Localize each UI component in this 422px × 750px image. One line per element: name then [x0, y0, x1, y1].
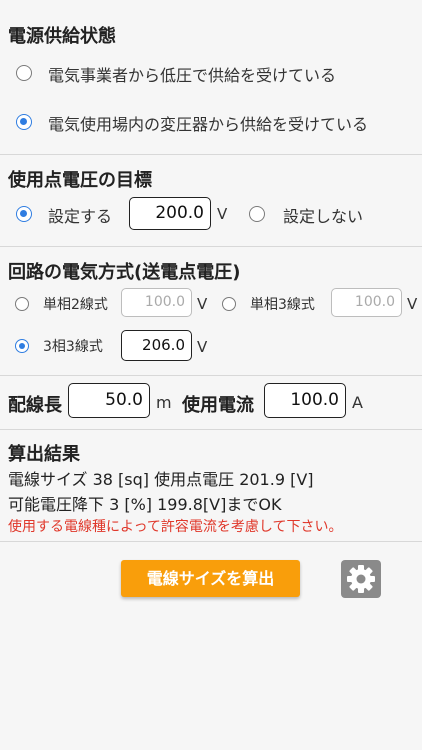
- divider: [0, 246, 422, 247]
- circuit-single2-label[interactable]: 単相2線式: [43, 294, 108, 314]
- supply-option-low-voltage-radio[interactable]: [16, 65, 32, 81]
- power-supply-title: 電源供給状態: [8, 26, 116, 47]
- divider: [0, 429, 422, 430]
- supply-option-transformer-radio[interactable]: [16, 114, 32, 130]
- circuit-three3-input[interactable]: 206.0: [121, 330, 192, 361]
- supply-option-low-voltage-label[interactable]: 電気事業者から低圧で供給を受けている: [48, 62, 336, 86]
- wiring-length-label: 配線長: [8, 395, 62, 416]
- circuit-single3-label[interactable]: 単相3線式: [250, 294, 315, 314]
- result-title: 算出結果: [8, 444, 80, 465]
- divider: [0, 154, 422, 155]
- circuit-single2-input[interactable]: 100.0: [121, 288, 192, 317]
- result-line-voltage-drop: 可能電圧降下 3 [%] 199.8[V]までOK: [8, 495, 282, 514]
- supply-option-transformer-label[interactable]: 電気使用場内の変圧器から供給を受けている: [48, 111, 368, 135]
- current-unit: A: [352, 393, 363, 412]
- target-voltage-title: 使用点電圧の目標: [8, 170, 152, 191]
- divider: [0, 541, 422, 542]
- circuit-title: 回路の電気方式(送電点電圧): [8, 262, 241, 283]
- current-input[interactable]: 100.0: [264, 383, 346, 418]
- wiring-length-unit: m: [156, 393, 172, 412]
- result-line-wire-size: 電線サイズ 38 [sq] 使用点電圧 201.9 [V]: [8, 470, 314, 489]
- wiring-length-input[interactable]: 50.0: [68, 383, 150, 418]
- divider: [0, 375, 422, 376]
- circuit-three3-label[interactable]: 3相3線式: [43, 336, 103, 356]
- circuit-three3-unit: V: [197, 338, 208, 356]
- circuit-single3-input[interactable]: 100.0: [331, 288, 402, 317]
- result-warning: 使用する電線種によって許容電流を考慮して下さい。: [8, 519, 343, 535]
- current-label: 使用電流: [182, 395, 254, 416]
- circuit-single2-radio[interactable]: [15, 297, 29, 311]
- circuit-single3-unit: V: [407, 295, 418, 313]
- target-voltage-input[interactable]: 200.0: [129, 197, 211, 230]
- target-unset-label[interactable]: 設定しない: [283, 203, 363, 227]
- gear-icon[interactable]: [341, 560, 381, 598]
- calculate-wire-size-button[interactable]: 電線サイズを算出: [121, 560, 300, 597]
- target-voltage-unit: V: [217, 205, 228, 223]
- target-set-label[interactable]: 設定する: [48, 203, 112, 227]
- circuit-single2-unit: V: [197, 295, 208, 313]
- circuit-three3-radio[interactable]: [15, 339, 29, 353]
- circuit-single3-radio[interactable]: [222, 297, 236, 311]
- target-set-radio[interactable]: [16, 206, 32, 222]
- target-unset-radio[interactable]: [249, 206, 265, 222]
